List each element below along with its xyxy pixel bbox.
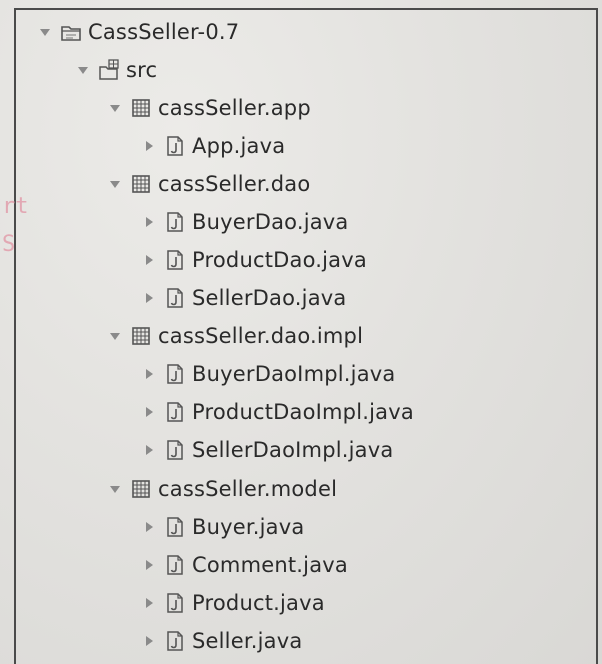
file-name: Product.java — [192, 590, 325, 615]
java-file-icon — [164, 362, 186, 386]
expand-arrow-right-icon[interactable] — [142, 405, 156, 419]
file-name: Seller.java — [192, 628, 303, 653]
tree-node-java-file[interactable]: Buyer.java — [142, 510, 304, 544]
tree-node-package[interactable]: cassSeller.dao.impl — [108, 319, 363, 353]
expand-arrow-right-icon[interactable] — [142, 558, 156, 572]
file-name: Comment.java — [192, 552, 348, 577]
expand-arrow-right-icon[interactable] — [142, 443, 156, 457]
file-name: SellerDaoImpl.java — [192, 437, 394, 462]
java-file-icon — [164, 438, 186, 462]
tree-node-java-file[interactable]: App.java — [142, 129, 285, 163]
tree-node-java-file[interactable]: Product.java — [142, 586, 325, 620]
expand-arrow-right-icon[interactable] — [142, 139, 156, 153]
file-name: BuyerDao.java — [192, 209, 349, 234]
tree-node-src-folder[interactable]: src — [76, 53, 157, 87]
package-name: cassSeller.model — [158, 476, 338, 501]
package-explorer-tree: CassSeller-0.7 src cassSeller.app App.ja… — [0, 0, 602, 664]
tree-node-java-file[interactable]: ProductDaoImpl.java — [142, 395, 414, 429]
tree-node-java-file[interactable]: Seller.java — [142, 624, 302, 658]
source-folder-icon — [98, 58, 120, 82]
java-file-icon — [164, 515, 186, 539]
java-file-icon — [164, 210, 186, 234]
java-file-icon — [164, 248, 186, 272]
java-file-icon — [164, 286, 186, 310]
expand-arrow-down-icon[interactable] — [108, 177, 122, 191]
package-icon — [130, 96, 152, 120]
tree-node-java-file[interactable]: SellerDaoImpl.java — [142, 433, 393, 467]
tree-node-package[interactable]: cassSeller.model — [108, 472, 337, 506]
package-name: cassSeller.app — [158, 95, 311, 120]
file-name: App.java — [192, 133, 286, 158]
java-file-icon — [164, 134, 186, 158]
tree-node-java-file[interactable]: Comment.java — [142, 548, 348, 582]
java-file-icon — [164, 400, 186, 424]
package-name: cassSeller.dao.impl — [158, 323, 364, 348]
src-folder-name: src — [126, 57, 158, 82]
file-name: SellerDao.java — [192, 285, 347, 310]
java-file-icon — [164, 629, 186, 653]
tree-node-package[interactable]: cassSeller.app — [108, 91, 311, 125]
tree-node-java-file[interactable]: ProductDao.java — [142, 243, 367, 277]
expand-arrow-down-icon[interactable] — [108, 329, 122, 343]
expand-arrow-right-icon[interactable] — [142, 520, 156, 534]
tree-node-java-file[interactable]: BuyerDao.java — [142, 205, 349, 239]
expand-arrow-right-icon[interactable] — [142, 215, 156, 229]
package-icon — [130, 172, 152, 196]
file-name: ProductDaoImpl.java — [192, 399, 414, 424]
java-file-icon — [164, 553, 186, 577]
expand-arrow-right-icon[interactable] — [142, 367, 156, 381]
java-file-icon — [164, 591, 186, 615]
expand-arrow-right-icon[interactable] — [142, 596, 156, 610]
project-name: CassSeller-0.7 — [88, 19, 240, 44]
file-name: Buyer.java — [192, 514, 305, 539]
expand-arrow-down-icon[interactable] — [38, 25, 52, 39]
tree-node-java-file[interactable]: BuyerDaoImpl.java — [142, 357, 395, 391]
tree-node-java-file[interactable]: SellerDao.java — [142, 281, 346, 315]
file-name: BuyerDaoImpl.java — [192, 361, 396, 386]
expand-arrow-right-icon[interactable] — [142, 253, 156, 267]
expand-arrow-down-icon[interactable] — [108, 101, 122, 115]
java-project-icon — [60, 20, 82, 44]
package-name: cassSeller.dao — [158, 171, 311, 196]
file-name: ProductDao.java — [192, 247, 367, 272]
expand-arrow-right-icon[interactable] — [142, 634, 156, 648]
tree-node-package[interactable]: cassSeller.dao — [108, 167, 310, 201]
expand-arrow-down-icon[interactable] — [108, 482, 122, 496]
expand-arrow-down-icon[interactable] — [76, 63, 90, 77]
package-icon — [130, 477, 152, 501]
expand-arrow-right-icon[interactable] — [142, 291, 156, 305]
package-icon — [130, 324, 152, 348]
tree-node-project[interactable]: CassSeller-0.7 — [38, 15, 239, 49]
